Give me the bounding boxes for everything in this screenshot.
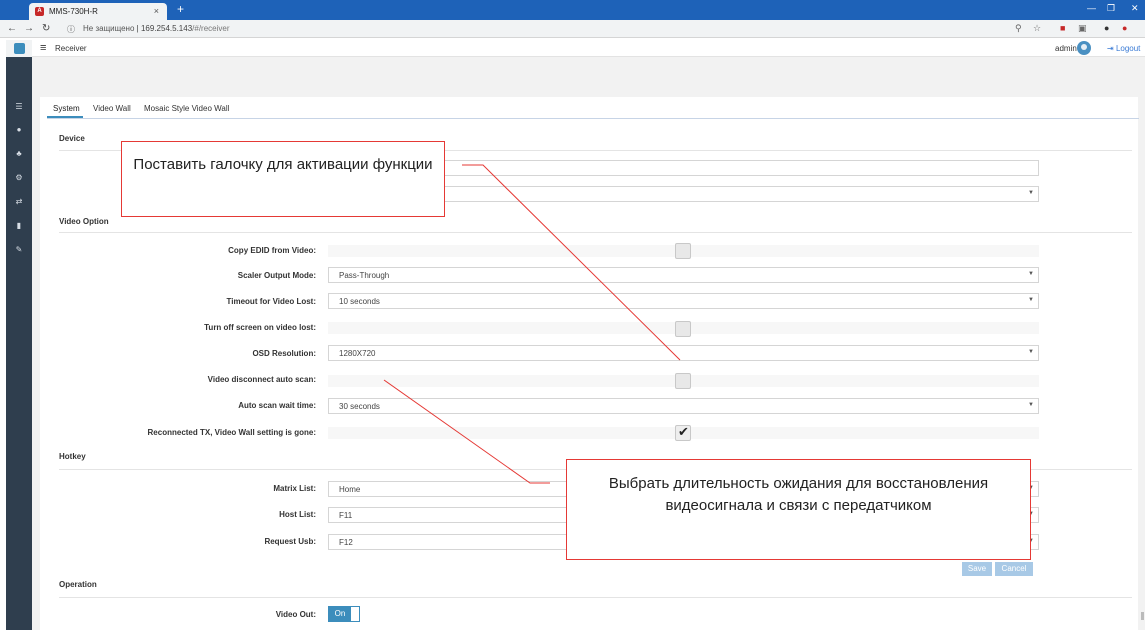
- annotation-line-bottom: [383, 379, 550, 484]
- callout-enable-function: Поставить галочку для активации функции: [121, 141, 445, 217]
- annotation-line-top: [462, 164, 681, 361]
- callout-wait-duration: Выбрать длительность ожидания для восста…: [566, 459, 1031, 560]
